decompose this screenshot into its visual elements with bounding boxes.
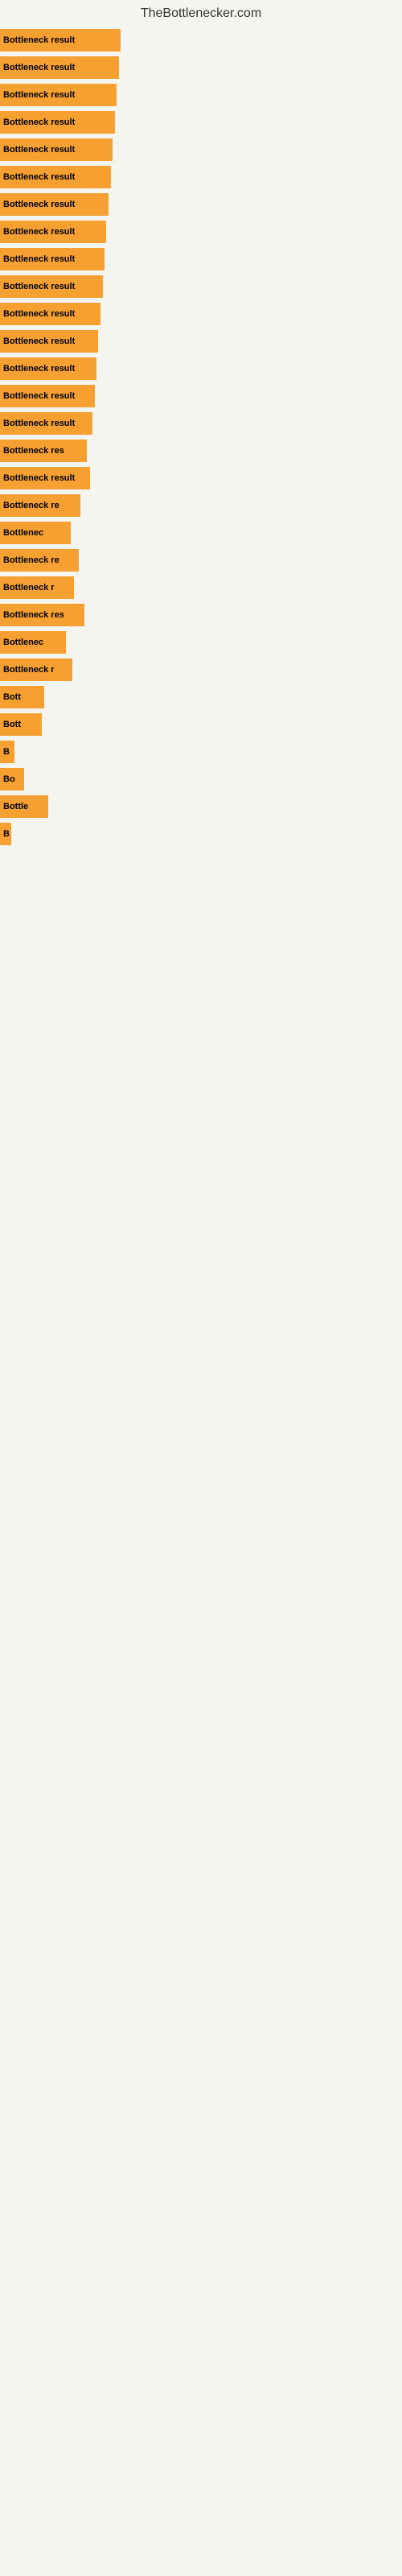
bar-row: Bottleneck result [0, 109, 402, 135]
bar-row: Bottleneck result [0, 82, 402, 108]
bar-row: Bottlenec [0, 520, 402, 546]
bottleneck-bar[interactable]: Bottleneck result [0, 467, 90, 489]
bar-row: B [0, 739, 402, 765]
bottleneck-bar[interactable]: Bottleneck res [0, 440, 87, 462]
bottleneck-bar[interactable]: Bottleneck result [0, 330, 98, 353]
bar-row: Bottleneck result [0, 55, 402, 80]
bottleneck-bar[interactable]: Bottlenec [0, 522, 71, 544]
bottleneck-bar[interactable]: Bottleneck result [0, 357, 96, 380]
bottleneck-bar[interactable]: Bottleneck result [0, 29, 121, 52]
bar-row: Bottleneck result [0, 219, 402, 245]
bar-row: Bottleneck res [0, 438, 402, 464]
bottleneck-bar[interactable]: Bottle [0, 795, 48, 818]
bottleneck-bar[interactable]: Bottleneck res [0, 604, 84, 626]
bar-row: Bottleneck r [0, 657, 402, 683]
bar-row: Bott [0, 712, 402, 737]
bottleneck-bar[interactable]: Bottleneck result [0, 303, 100, 325]
bar-row: Bottleneck result [0, 411, 402, 436]
bottleneck-bar[interactable]: Bott [0, 686, 44, 708]
bar-row: Bottlenec [0, 630, 402, 655]
bottleneck-bar[interactable]: Bottleneck r [0, 576, 74, 599]
bottleneck-bar[interactable]: Bottleneck r [0, 658, 72, 681]
bottleneck-bar[interactable]: Bo [0, 768, 24, 791]
bar-row: Bottleneck result [0, 274, 402, 299]
bottleneck-bar[interactable]: Bottleneck result [0, 385, 95, 407]
bar-row: Bottleneck result [0, 328, 402, 354]
bar-row: Bottleneck result [0, 137, 402, 163]
bottleneck-bar[interactable]: Bottleneck result [0, 84, 117, 106]
bottleneck-bar[interactable]: Bottleneck result [0, 193, 109, 216]
bar-row: Bottleneck result [0, 301, 402, 327]
bottleneck-bar[interactable]: Bottleneck re [0, 549, 79, 572]
bars-container: Bottleneck result Bottleneck result Bottle… [0, 24, 402, 852]
bottleneck-bar[interactable]: Bottleneck re [0, 494, 80, 517]
bar-row: Bo [0, 766, 402, 792]
bottleneck-bar[interactable]: Bott [0, 713, 42, 736]
bar-row: Bottle [0, 794, 402, 819]
bottleneck-bar[interactable]: Bottleneck result [0, 111, 115, 134]
bottleneck-bar[interactable]: Bottleneck result [0, 56, 119, 79]
bar-row: B [0, 821, 402, 847]
bottleneck-bar[interactable]: Bottleneck result [0, 221, 106, 243]
bottleneck-bar[interactable]: Bottleneck result [0, 138, 113, 161]
bar-row: Bottleneck result [0, 246, 402, 272]
bottleneck-bar[interactable]: Bottleneck result [0, 412, 92, 435]
bar-row: Bottleneck re [0, 493, 402, 518]
bar-row: Bott [0, 684, 402, 710]
bottleneck-bar[interactable]: Bottleneck result [0, 248, 105, 270]
bottleneck-bar[interactable]: B [0, 741, 14, 763]
bar-row: Bottleneck result [0, 192, 402, 217]
bar-row: Bottleneck result [0, 27, 402, 53]
bar-row: Bottleneck r [0, 575, 402, 601]
bar-row: Bottleneck result [0, 465, 402, 491]
bottleneck-bar[interactable]: B [0, 823, 11, 845]
bottleneck-bar[interactable]: Bottleneck result [0, 166, 111, 188]
bar-row: Bottleneck result [0, 164, 402, 190]
site-title: TheBottlenecker.com [0, 0, 402, 24]
bar-row: Bottleneck res [0, 602, 402, 628]
bottleneck-bar[interactable]: Bottlenec [0, 631, 66, 654]
bar-row: Bottleneck result [0, 356, 402, 382]
bar-row: Bottleneck re [0, 547, 402, 573]
bar-row: Bottleneck result [0, 383, 402, 409]
bottleneck-bar[interactable]: Bottleneck result [0, 275, 103, 298]
